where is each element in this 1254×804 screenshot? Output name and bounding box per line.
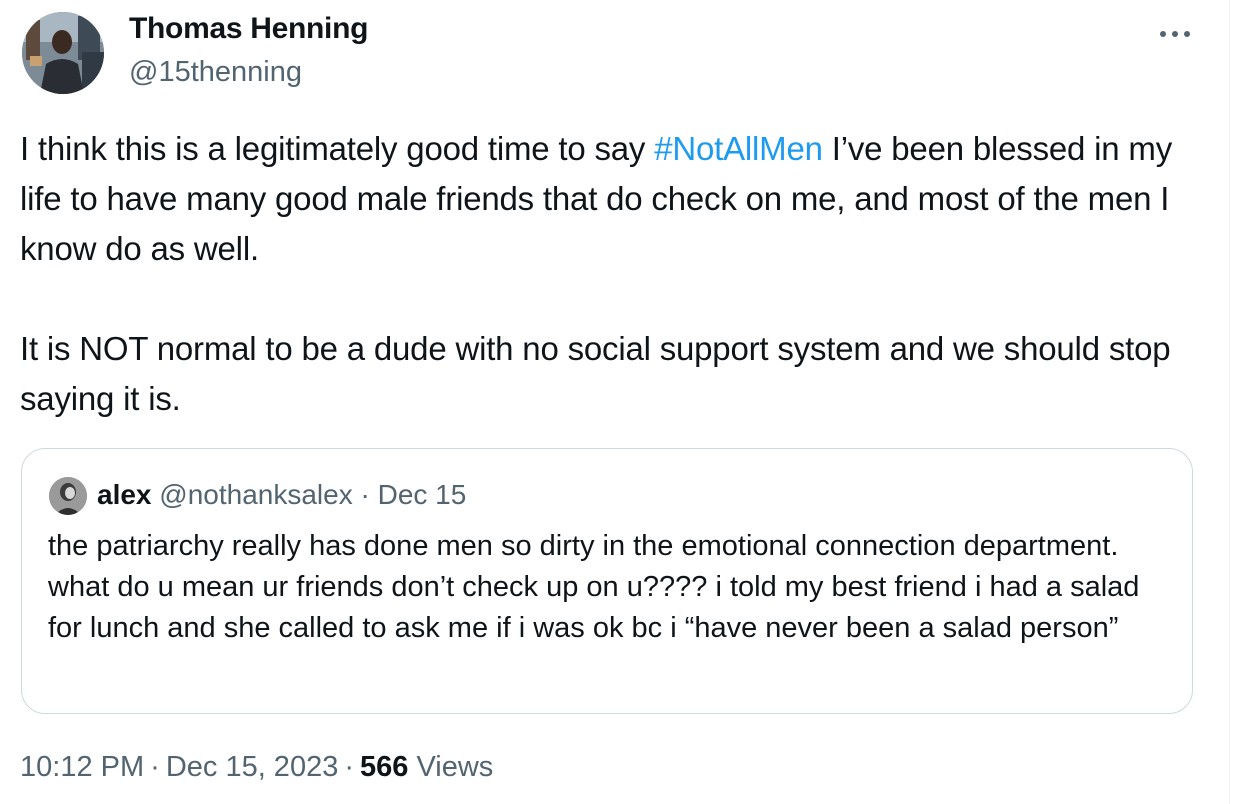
hashtag-link[interactable]: #NotAllMen [654,130,823,167]
quote-text: the patriarchy really has done men so di… [48,530,1140,644]
quoted-tweet-card[interactable]: alex @nothanksalex · Dec 15 the patriarc… [21,448,1193,714]
tweet-paragraph-2: It is NOT normal to be a dude with no so… [20,330,1171,417]
author-avatar[interactable] [22,12,104,94]
author-handle[interactable]: @15thenning [129,56,302,89]
quote-header: alex @nothanksalex · Dec 15 [97,479,466,511]
views-label[interactable]: Views [416,751,493,783]
quote-author-avatar[interactable] [49,477,87,515]
column-divider [1229,0,1230,804]
quote-author-handle[interactable]: @nothanksalex [159,479,352,510]
author-name[interactable]: Thomas Henning [129,12,368,46]
quote-separator: · [352,479,378,510]
tweet-footer: 10:12 PM · Dec 15, 2023 · 566 Views [20,751,493,784]
tweet-text: I think this is a legitimately good time… [20,124,1210,424]
tweet-time[interactable]: 10:12 PM [20,751,144,783]
footer-separator-1: · [150,751,160,783]
more-horizontal-icon [1160,31,1190,37]
more-button[interactable] [1152,14,1198,54]
quote-author-name[interactable]: alex [97,479,152,510]
tweet: Thomas Henning @15thenning I think this … [0,0,1254,804]
tweet-paragraph-1: I think this is a legitimately good time… [20,124,1210,274]
footer-separator-2: · [344,751,354,783]
views-count[interactable]: 566 [360,751,408,783]
tweet-date[interactable]: Dec 15, 2023 [166,751,339,783]
tweet-text-part-1: I think this is a legitimately good time… [20,130,655,167]
quote-date[interactable]: Dec 15 [378,479,467,510]
